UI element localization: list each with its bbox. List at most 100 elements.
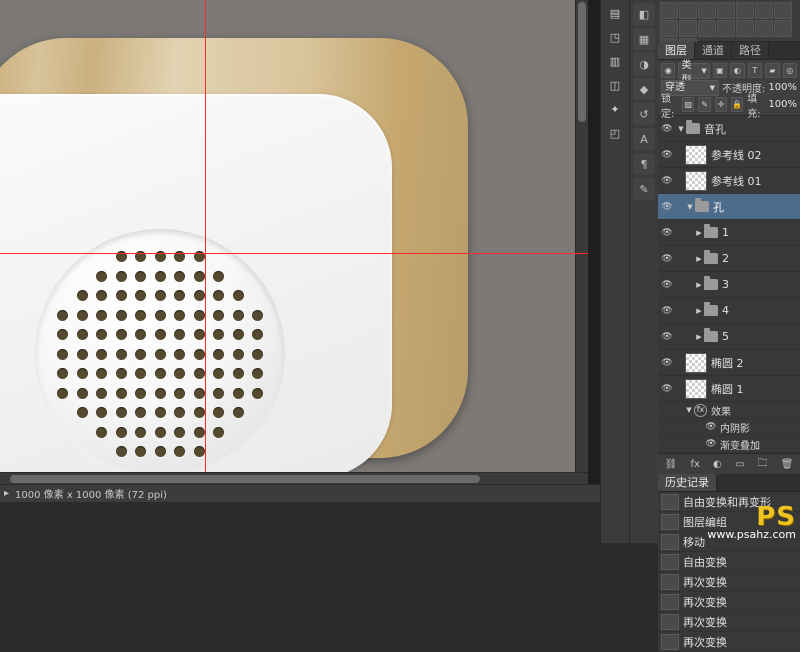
mini-adjust-icon[interactable]: ◑: [633, 53, 655, 75]
layer-row[interactable]: 👁参考线 01: [658, 168, 800, 194]
layer-row[interactable]: 👁▶3: [658, 272, 800, 298]
eye-icon[interactable]: 👁: [658, 228, 676, 238]
eye-icon[interactable]: 👁: [658, 124, 676, 134]
history-list[interactable]: 自由变换和再变形图层编组移动自由变换再次变换再次变换再次变换再次变换: [658, 492, 800, 652]
eye-icon[interactable]: 👁: [658, 202, 676, 212]
canvas-area[interactable]: ▸ 1000 像素 x 1000 像素 (72 ppi): [0, 0, 600, 543]
eye-icon[interactable]: 👁: [658, 254, 676, 264]
filter-kind-icon[interactable]: ◉: [661, 63, 675, 78]
lock-image-icon[interactable]: ✎: [698, 97, 710, 112]
history-row[interactable]: 再次变换: [658, 592, 800, 612]
layer-panel-button-4[interactable]: 🗀: [758, 456, 768, 473]
layer-row[interactable]: 👁▶2: [658, 246, 800, 272]
history-row[interactable]: 自由变换: [658, 552, 800, 572]
filter-kind-select[interactable]: 类型 ▼: [678, 63, 709, 79]
panel-grid-icon[interactable]: [736, 2, 754, 19]
layer-row[interactable]: 👁▶1: [658, 220, 800, 246]
layer-row[interactable]: 👁参考线 02: [658, 142, 800, 168]
mini-para-icon[interactable]: ¶: [633, 153, 655, 175]
layer-row[interactable]: 👁▶5: [658, 324, 800, 350]
layers-panel-button-bar[interactable]: ⛓ fx ◐ ▭ 🗀 🗑: [658, 453, 800, 474]
filter-type-icon[interactable]: T: [748, 63, 762, 78]
panel-grid-icon[interactable]: [717, 2, 735, 19]
chevron-right-icon[interactable]: ▶: [694, 281, 704, 289]
layer-row[interactable]: 👁▼音孔: [658, 116, 800, 142]
chevron-right-icon[interactable]: ▶: [694, 229, 704, 237]
strip-icon-4[interactable]: ◫: [603, 74, 627, 96]
lock-all-icon[interactable]: 🔒: [731, 97, 743, 112]
chevron-right-icon[interactable]: ▶: [694, 333, 704, 341]
history-row[interactable]: 自由变换和再变形: [658, 492, 800, 512]
layer-row[interactable]: 👁椭圆 2: [658, 350, 800, 376]
panel-grid-icon[interactable]: [679, 2, 697, 19]
chevron-right-icon[interactable]: ▶: [694, 307, 704, 315]
filter-pixel-icon[interactable]: ▣: [713, 63, 727, 78]
layer-effect-item[interactable]: 👁内阴影: [658, 419, 800, 436]
layer-effect-item[interactable]: 👁渐变叠加: [658, 436, 800, 453]
layer-panel-button-5[interactable]: 🗑: [781, 459, 794, 470]
panel-grid-icon[interactable]: [774, 20, 792, 37]
filter-smart-icon[interactable]: ◎: [783, 63, 797, 78]
strip-icon-5[interactable]: ✦: [603, 98, 627, 120]
eye-icon[interactable]: 👁: [702, 439, 720, 449]
mini-path-icon[interactable]: ✎: [633, 178, 655, 200]
tab-history[interactable]: 历史记录: [658, 474, 717, 491]
eye-icon[interactable]: 👁: [658, 150, 676, 160]
chevron-down-icon[interactable]: ▼: [684, 406, 694, 414]
tab-paths[interactable]: 路径: [732, 42, 769, 59]
panel-grid-icon[interactable]: [774, 2, 792, 19]
chevron-down-icon[interactable]: ▼: [685, 203, 695, 211]
panel-grid-icon[interactable]: [660, 2, 678, 19]
lock-transparent-icon[interactable]: ▨: [682, 97, 694, 112]
mini-char-icon[interactable]: A: [633, 128, 655, 150]
right-panel-column[interactable]: 图层 通道 路径 ◉ 类型 ▼ ▣ ◐ T ▰ ◎ 穿透: [658, 0, 800, 543]
eye-icon[interactable]: 👁: [702, 422, 720, 432]
blend-opacity-row[interactable]: 穿透 ▼ 不透明度: 100%: [661, 79, 797, 96]
upper-panel-icon-grid[interactable]: [658, 0, 800, 42]
layer-row[interactable]: 👁▶4: [658, 298, 800, 324]
filter-adjust-icon[interactable]: ◐: [730, 63, 744, 78]
eye-icon[interactable]: 👁: [658, 306, 676, 316]
panel-grid-icon[interactable]: [755, 2, 773, 19]
layer-panel-button-0[interactable]: ⛓: [665, 459, 678, 470]
panel-grid-icon[interactable]: [736, 20, 754, 37]
history-panel-tabs[interactable]: 历史记录: [658, 474, 800, 492]
layer-panel-button-1[interactable]: fx: [690, 459, 699, 470]
eye-icon[interactable]: 👁: [658, 332, 676, 342]
strip-icon-1[interactable]: ▤: [603, 2, 627, 24]
panel-grid-icon[interactable]: [698, 20, 716, 37]
canvas-vertical-scrollbar[interactable]: [575, 0, 588, 472]
panel-grid-icon[interactable]: [679, 20, 697, 37]
panel-grid-icon[interactable]: [717, 20, 735, 37]
opacity-value[interactable]: 100%: [768, 82, 797, 93]
strip-icon-2[interactable]: ◳: [603, 26, 627, 48]
layer-filter-row[interactable]: ◉ 类型 ▼ ▣ ◐ T ▰ ◎: [661, 62, 797, 79]
layer-panel-button-3[interactable]: ▭: [735, 459, 744, 470]
layers-list[interactable]: 👁▼音孔👁参考线 02👁参考线 01👁▼孔👁▶1👁▶2👁▶3👁▶4👁▶5👁椭圆 …: [658, 116, 800, 453]
layer-panel-button-2[interactable]: ◐: [713, 459, 722, 470]
layer-row[interactable]: 👁▼孔: [658, 194, 800, 220]
fill-value[interactable]: 100%: [768, 99, 797, 110]
strip-icon-6[interactable]: ◰: [603, 122, 627, 144]
eye-icon[interactable]: 👁: [658, 384, 676, 394]
lock-fill-row[interactable]: 锁定: ▨ ✎ ✛ 🔒 填充: 100%: [661, 96, 797, 113]
layer-effects-root[interactable]: ▼fx效果: [658, 402, 800, 419]
mini-history-icon[interactable]: ↺: [633, 103, 655, 125]
strip-icon-3[interactable]: ▥: [603, 50, 627, 72]
panel-grid-icon[interactable]: [660, 20, 678, 37]
lock-position-icon[interactable]: ✛: [715, 97, 727, 112]
canvas-workspace[interactable]: [0, 0, 588, 472]
history-row[interactable]: 图层编组: [658, 512, 800, 532]
canvas-vertical-scroll-thumb[interactable]: [578, 2, 586, 122]
layer-options[interactable]: ◉ 类型 ▼ ▣ ◐ T ▰ ◎ 穿透 ▼ 不透明度: 100%: [658, 60, 800, 116]
status-arrow-icon[interactable]: ▸: [4, 488, 9, 499]
panel-grid-icon[interactable]: [755, 20, 773, 37]
history-row[interactable]: 再次变换: [658, 572, 800, 592]
eye-icon[interactable]: 👁: [658, 176, 676, 186]
tab-channels[interactable]: 通道: [695, 42, 732, 59]
tool-options-strip[interactable]: ▤ ◳ ▥ ◫ ✦ ◰: [600, 0, 630, 543]
mini-swatch-icon[interactable]: ▦: [633, 28, 655, 50]
chevron-down-icon[interactable]: ▼: [676, 125, 686, 133]
layers-panel-tabs[interactable]: 图层 通道 路径: [658, 42, 800, 60]
history-row[interactable]: 移动: [658, 532, 800, 552]
